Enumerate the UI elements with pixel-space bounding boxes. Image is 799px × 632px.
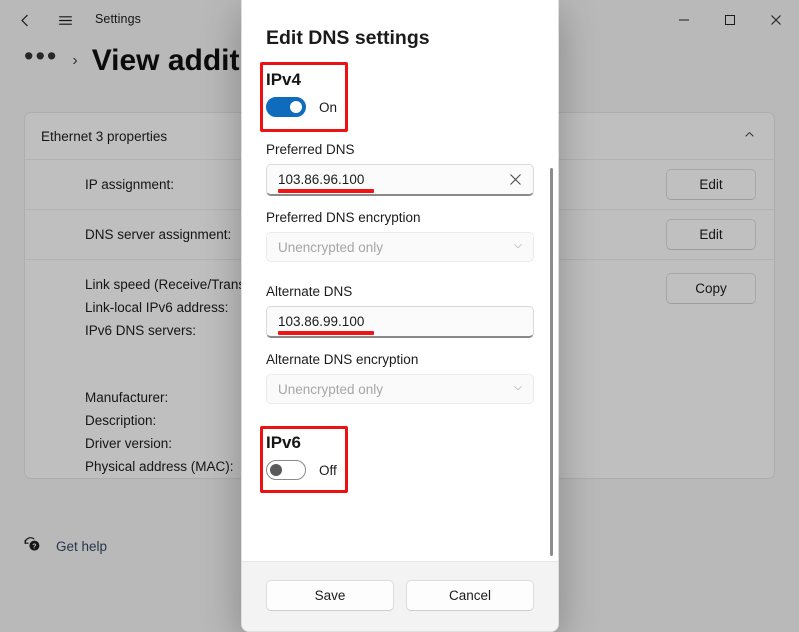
alternate-dns-encryption-value: Unencrypted only — [278, 382, 512, 397]
chevron-down-icon — [512, 240, 524, 255]
ipv4-toggle-row: On — [266, 97, 534, 117]
ipv4-heading: IPv4 — [266, 70, 534, 90]
preferred-dns-group: Preferred DNS 103.86.96.100 — [266, 142, 534, 196]
close-icon[interactable] — [503, 168, 527, 192]
ipv6-heading: IPv6 — [266, 433, 534, 453]
ipv6-toggle[interactable] — [266, 460, 306, 480]
preferred-dns-encryption-select[interactable]: Unencrypted only — [266, 232, 534, 262]
preferred-dns-input[interactable]: 103.86.96.100 — [266, 164, 534, 196]
toggle-knob — [290, 101, 302, 113]
cancel-button[interactable]: Cancel — [406, 580, 534, 611]
ipv6-section: IPv6 Off — [266, 433, 534, 480]
preferred-dns-encryption-group: Preferred DNS encryption Unencrypted onl… — [266, 210, 534, 262]
dialog-title: Edit DNS settings — [242, 0, 558, 50]
ipv6-toggle-row: Off — [266, 460, 534, 480]
annotation-underline-preferred-dns — [278, 189, 374, 193]
alternate-dns-value: 103.86.99.100 — [278, 314, 527, 329]
preferred-dns-encryption-label: Preferred DNS encryption — [266, 210, 534, 225]
alternate-dns-encryption-group: Alternate DNS encryption Unencrypted onl… — [266, 352, 534, 404]
dialog-body: IPv4 On Preferred DNS 103.86.96.100 — [242, 50, 558, 561]
ipv4-toggle[interactable] — [266, 97, 306, 117]
preferred-dns-label: Preferred DNS — [266, 142, 534, 157]
save-button[interactable]: Save — [266, 580, 394, 611]
preferred-dns-value: 103.86.96.100 — [278, 172, 503, 187]
annotation-underline-alternate-dns — [278, 331, 374, 335]
ipv4-toggle-state: On — [319, 100, 337, 115]
alternate-dns-group: Alternate DNS 103.86.99.100 — [266, 284, 534, 338]
chevron-down-icon — [512, 382, 524, 397]
edit-dns-settings-dialog: Edit DNS settings IPv4 On Preferred DNS … — [241, 0, 559, 632]
preferred-dns-encryption-value: Unencrypted only — [278, 240, 512, 255]
ipv4-section: IPv4 On — [266, 70, 534, 117]
alternate-dns-encryption-select[interactable]: Unencrypted only — [266, 374, 534, 404]
alternate-dns-input[interactable]: 103.86.99.100 — [266, 306, 534, 338]
dialog-footer: Save Cancel — [242, 561, 558, 631]
alternate-dns-encryption-label: Alternate DNS encryption — [266, 352, 534, 367]
ipv6-toggle-state: Off — [319, 463, 337, 478]
dialog-scrollbar[interactable] — [550, 168, 553, 556]
toggle-knob — [270, 464, 282, 476]
alternate-dns-label: Alternate DNS — [266, 284, 534, 299]
